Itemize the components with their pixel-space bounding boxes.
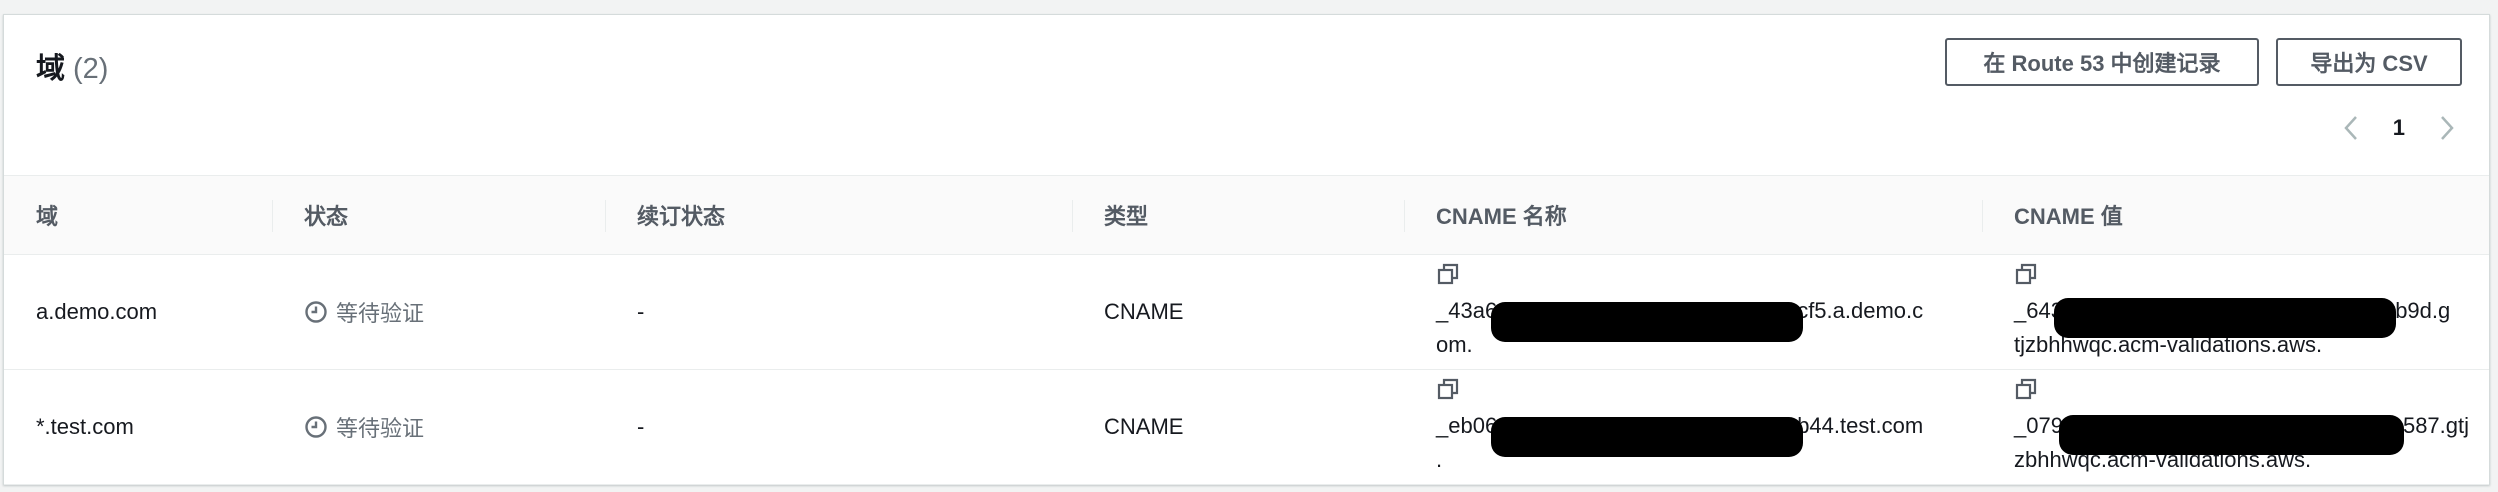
cname-name-line2: om. [1436,332,1473,357]
cname-value-text: _643 2b9d.g tjzbhhwqc.acm-validations.aws… [2014,294,2469,362]
cname-name-prefix: _43a6 [1436,298,1498,323]
redaction-mark [2054,298,2396,338]
domain-cell: a.demo.com [36,299,158,324]
cname-value-suffix: 587.gtj [2402,413,2470,438]
redaction-mark [1491,417,1803,457]
status-text: 等待验证 [336,301,425,326]
pagination: 1 [2339,113,2459,143]
cname-value-text: _079 587.gtj zbhhwqc.acm-validations.aws. [2014,409,2469,477]
cname-name-prefix: _eb06 [1436,413,1498,438]
copy-icon[interactable] [1436,377,1462,403]
column-header-status[interactable]: 状态 [272,175,605,255]
renewal-status-cell: - [637,414,645,439]
table-header-row: 域 状态 续订状态 类型 CNAME 名称 CNAME 值 [4,175,2489,255]
domain-cell: *.test.com [36,414,134,439]
column-header-renewal-status[interactable]: 续订状态 [605,175,1072,255]
cname-value-prefix: _079 [2014,413,2063,438]
redaction-mark [1491,302,1803,342]
status-badge: 等待验证 [304,296,605,328]
panel-title: 域 (2) [36,45,108,87]
type-cell: CNAME [1104,414,1184,439]
cname-name-suffix: cf5.a.demo.c [1797,298,1924,323]
status-badge: 等待验证 [304,411,605,443]
status-cell: 等待验证 [272,370,605,485]
cname-name-cell: _43a6 cf5.a.demo.c om. [1404,255,1982,370]
status-text: 等待验证 [336,416,425,441]
panel-header: 域 (2) 在 Route 53 中创建记录 导出为 CSV 1 [4,15,2489,175]
export-csv-button[interactable]: 导出为 CSV [2276,38,2462,86]
column-header-type[interactable]: 类型 [1072,175,1404,255]
column-header-domain[interactable]: 域 [4,175,272,255]
copy-icon[interactable] [2014,377,2040,403]
renewal-status-cell: - [637,299,645,324]
cname-value-cell: _643 2b9d.g tjzbhhwqc.acm-validations.aws… [1982,255,2489,370]
redaction-mark [2059,415,2404,455]
column-header-cname-value[interactable]: CNAME 值 [1982,175,2489,255]
page-number[interactable]: 1 [2393,115,2405,141]
type-cell: CNAME [1104,299,1184,324]
domains-panel: 域 (2) 在 Route 53 中创建记录 导出为 CSV 1 域 状态 续订… [3,14,2490,485]
clock-icon [305,416,327,438]
copy-icon[interactable] [1436,262,1462,288]
status-cell: 等待验证 [272,255,605,370]
cname-name-text: _eb06 b44.test.com . [1436,409,1962,477]
domains-table: 域 状态 续订状态 类型 CNAME 名称 CNAME 值 a.demo.com… [4,175,2489,485]
cname-name-line2: . [1436,447,1443,472]
chevron-right-icon[interactable] [2435,113,2459,143]
panel-title-text: 域 [36,53,66,85]
table-row: a.demo.com 等待验证 - CNAME _43a6 cf5.a.demo.… [4,255,2489,370]
create-route53-records-button[interactable]: 在 Route 53 中创建记录 [1945,38,2259,86]
cname-value-cell: _079 587.gtj zbhhwqc.acm-validations.aws. [1982,370,2489,485]
cname-name-text: _43a6 cf5.a.demo.c om. [1436,294,1962,362]
clock-icon [305,301,327,323]
column-header-cname-name[interactable]: CNAME 名称 [1404,175,1982,255]
chevron-left-icon[interactable] [2339,113,2363,143]
table-row: *.test.com 等待验证 - CNAME _eb06 b44.test.co… [4,370,2489,485]
domain-count: (2) [73,53,109,85]
cname-name-cell: _eb06 b44.test.com . [1404,370,1982,485]
copy-icon[interactable] [2014,262,2040,288]
cname-name-suffix: b44.test.com [1797,413,1924,438]
